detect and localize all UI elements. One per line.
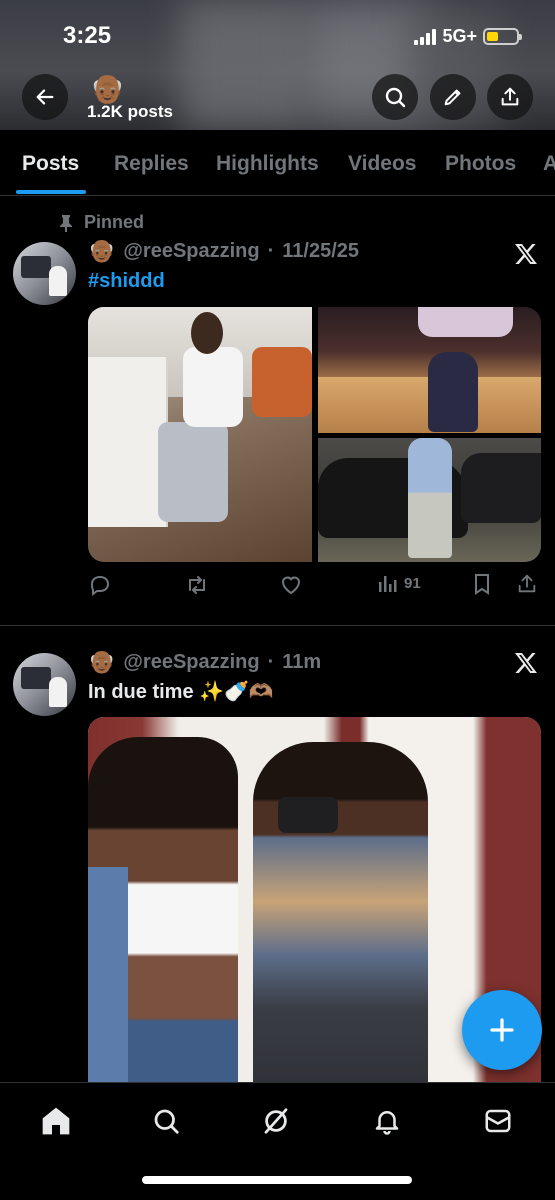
- post-actions: 91: [88, 573, 543, 603]
- tab-videos[interactable]: Videos: [348, 152, 416, 176]
- nav-explore[interactable]: [146, 1101, 186, 1141]
- signal-icon: [414, 28, 437, 45]
- home-icon: [42, 1107, 70, 1135]
- author-emoji: 👴🏾: [88, 649, 116, 674]
- media-photo-top-right[interactable]: [318, 307, 541, 433]
- plus-icon: [490, 1018, 514, 1042]
- media-grid[interactable]: [88, 307, 541, 562]
- post-text: #shiddd: [88, 270, 165, 293]
- mail-icon: [485, 1109, 511, 1133]
- status-indicators: 5G+: [414, 26, 522, 47]
- post-byline: 👴🏾 @reeSpazzing · 11m: [88, 649, 321, 675]
- header-avatar: 👴🏾: [90, 73, 125, 104]
- byline-separator: ·: [267, 239, 275, 262]
- status-time: 3:25: [63, 22, 112, 49]
- grok-icon: [264, 1108, 288, 1134]
- reply-button[interactable]: [88, 573, 112, 597]
- x-logo-icon[interactable]: [513, 242, 539, 266]
- search-icon: [154, 1109, 179, 1134]
- profile-nav-bar: 👴🏾 1.2K posts: [0, 74, 555, 122]
- pencil-icon: [444, 89, 461, 106]
- search-button[interactable]: [372, 74, 418, 120]
- reply-icon: [90, 575, 110, 596]
- views-icon: [379, 576, 397, 592]
- byline-separator: ·: [267, 650, 275, 673]
- search-icon: [385, 87, 406, 108]
- media-photo-bottom-right[interactable]: [318, 438, 541, 562]
- nav-home[interactable]: [36, 1101, 76, 1141]
- post-time[interactable]: 11/25/25: [282, 240, 359, 263]
- back-button[interactable]: [22, 74, 68, 120]
- post-byline: 👴🏾 @reeSpazzing · 11/25/25: [88, 238, 359, 264]
- camcorder-detail: [278, 797, 338, 833]
- post-time[interactable]: 11m: [282, 651, 321, 674]
- share-icon: [518, 574, 536, 593]
- arrow-left-icon: [36, 89, 54, 105]
- hashtag-link[interactable]: #shiddd: [88, 270, 165, 292]
- nav-notifications[interactable]: [367, 1101, 407, 1141]
- post-count: 1.2K posts: [87, 102, 173, 121]
- share-icon: [501, 87, 519, 106]
- compose-button[interactable]: [462, 990, 542, 1070]
- avatar[interactable]: [13, 653, 76, 716]
- post-text: In due time ✨🍼🫶🏽: [88, 681, 274, 703]
- share-post-button[interactable]: [516, 573, 538, 595]
- pinned-label: Pinned: [84, 212, 145, 232]
- tab-highlights[interactable]: Highlights: [216, 152, 319, 176]
- profile-tabs: Posts Replies Highlights Videos Photos A: [0, 130, 555, 196]
- bookmark-button[interactable]: [472, 573, 492, 595]
- media-photo-left[interactable]: [88, 307, 312, 562]
- share-button[interactable]: [487, 74, 533, 120]
- bookmark-icon: [475, 574, 489, 595]
- heart-icon: [281, 576, 301, 595]
- network-label: 5G+: [442, 26, 477, 46]
- tab-replies[interactable]: Replies: [114, 152, 189, 176]
- tab-photos[interactable]: Photos: [445, 152, 516, 176]
- edit-button[interactable]: [430, 74, 476, 120]
- author-handle[interactable]: @reeSpazzing: [123, 240, 259, 263]
- avatar[interactable]: [13, 242, 76, 305]
- author-handle[interactable]: @reeSpazzing: [123, 651, 259, 674]
- tab-posts[interactable]: Posts: [22, 152, 79, 176]
- active-tab-indicator: [16, 190, 86, 194]
- views-button[interactable]: 91: [378, 573, 421, 593]
- bell-icon: [375, 1111, 399, 1135]
- repost-button[interactable]: [184, 573, 210, 597]
- battery-icon: [483, 28, 522, 45]
- repost-icon: [189, 576, 205, 594]
- post-pinned[interactable]: Pinned 👴🏾 @reeSpazzing · 11/25/25 #shidd…: [0, 196, 555, 626]
- author-emoji: 👴🏾: [88, 238, 116, 263]
- nav-grok[interactable]: [256, 1101, 296, 1141]
- pinned-label-row: Pinned: [58, 212, 144, 233]
- x-logo-icon[interactable]: [513, 651, 539, 675]
- nav-messages[interactable]: [478, 1101, 518, 1141]
- like-button[interactable]: [279, 573, 303, 597]
- views-count: 91: [404, 574, 421, 592]
- tab-articles[interactable]: A: [543, 152, 555, 176]
- home-indicator: [142, 1176, 412, 1184]
- pin-icon: [60, 214, 72, 232]
